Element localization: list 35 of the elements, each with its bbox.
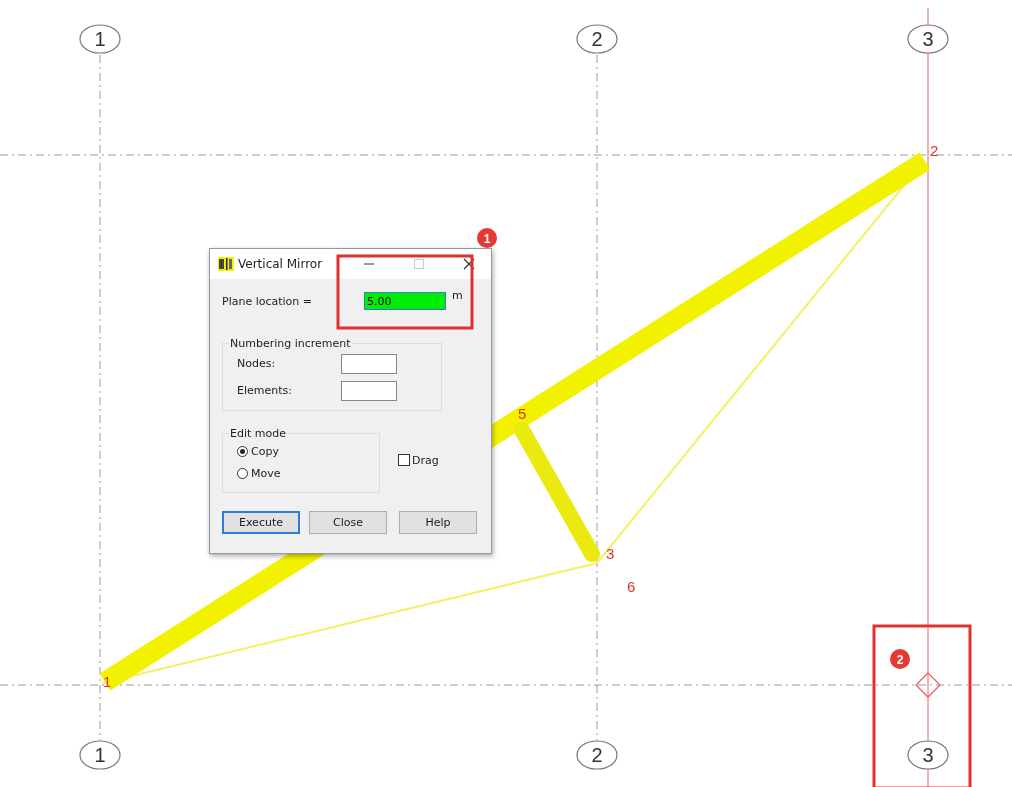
callout-badge: 2 [890,649,910,669]
field-label: Elements: [237,384,293,397]
input-field[interactable] [341,380,397,401]
grid-label: 2 [591,28,603,50]
window-title: Vertical Mirror [238,257,323,271]
radio-option[interactable]: Move [237,462,371,484]
dialog-button[interactable]: Help [399,511,477,534]
group-title: Numbering increment [229,337,352,350]
dialog-button[interactable]: Execute [222,511,300,534]
node-label: 6 [627,578,636,595]
dialog-button[interactable]: Close [309,511,387,534]
grid-label: 1 [94,744,106,766]
mirror-icon [218,257,234,271]
grid-label: 1 [94,28,106,50]
callout-badge: 1 [477,228,497,248]
grid-bubble [907,24,949,54]
field-label: Nodes: [237,357,277,370]
grid-bubble [907,740,949,770]
node-label: 5 [518,405,527,422]
plane-location-label: Plane location = [222,294,314,308]
diamond-marker-icon [915,672,941,698]
drag-checkbox[interactable]: Drag [398,453,439,467]
plane-location-field[interactable]: 5.00 [364,292,446,310]
unit-label: m [452,289,463,302]
radio-option[interactable]: Copy [237,440,371,462]
grid-bubble [576,24,618,54]
grid-bubble [576,740,618,770]
grid-bubble [79,740,121,770]
group-title: Edit mode [229,427,287,440]
input-field[interactable] [341,353,397,374]
grid-label: 3 [922,28,934,50]
grid-label: 3 [922,744,934,766]
grid-label: 2 [591,744,603,766]
grid-bubble [79,24,121,54]
node-label: 2 [930,142,939,159]
